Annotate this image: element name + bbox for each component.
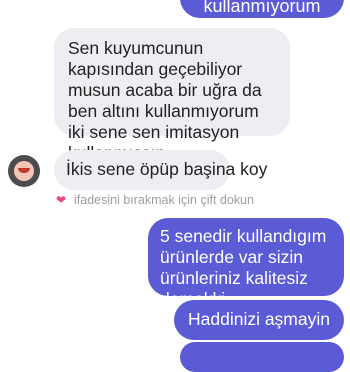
outgoing-message-partial[interactable] xyxy=(180,342,344,372)
incoming-message[interactable]: İkis sene öpüp başina koy xyxy=(54,150,267,190)
heart-icon: ❤ xyxy=(56,193,67,207)
incoming-message-text: Sen kuyumcunun kapısından geçebiliyor mu… xyxy=(68,38,262,163)
avatar[interactable] xyxy=(8,155,40,187)
outgoing-message[interactable]: 5 senedir kullandıgım ürünlerde var sizi… xyxy=(148,218,344,309)
outgoing-message-partial-text: kullanmıyorum xyxy=(203,0,321,16)
outgoing-message[interactable]: Haddinizi aşmayin xyxy=(174,300,344,340)
outgoing-message-text: 5 senedir kullandıgım ürünlerde var sizi… xyxy=(160,226,327,309)
incoming-message[interactable]: Sen kuyumcunun kapısından geçebiliyor mu… xyxy=(54,28,290,163)
reaction-hint-text: ifadesini bırakmak için çift dokun xyxy=(74,193,254,207)
outgoing-message-partial[interactable]: kullanmıyorum xyxy=(180,0,344,18)
reaction-hint: ❤ ifadesini bırakmak için çift dokun xyxy=(56,192,254,208)
outgoing-message-text: Haddinizi aşmayin xyxy=(187,309,330,329)
incoming-message-text: İkis sene öpüp başina koy xyxy=(66,159,268,179)
